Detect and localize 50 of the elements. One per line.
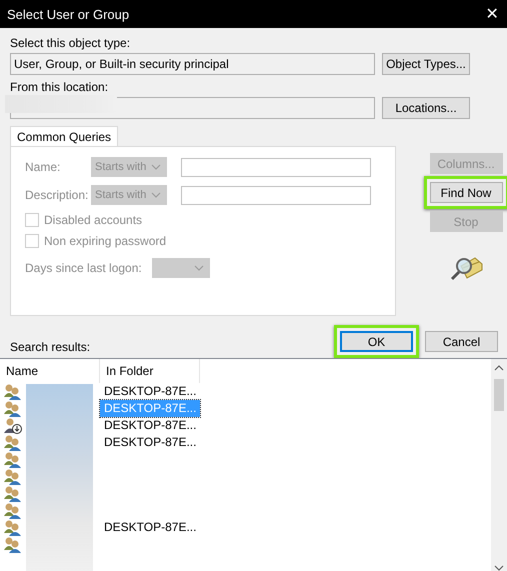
- scroll-thumb[interactable]: [494, 379, 504, 411]
- scroll-down-icon[interactable]: [494, 565, 504, 571]
- scroll-up-icon[interactable]: [494, 365, 504, 371]
- result-row[interactable]: DESKTOP-87E...: [0, 383, 491, 400]
- group-icon: [4, 400, 22, 416]
- scrollbar[interactable]: [491, 359, 507, 571]
- result-row[interactable]: DESKTOP-87E...: [0, 434, 491, 451]
- field-label: Select this object type:: [10, 36, 130, 50]
- window-title: Select User or Group: [7, 6, 130, 22]
- field-label: From this location:: [10, 80, 108, 94]
- dialog-button[interactable]: OK: [340, 331, 413, 352]
- table-cell-text: DESKTOP-87E...: [103, 434, 198, 451]
- table-cell-text: DESKTOP-87E...: [103, 383, 198, 400]
- group-icon: [4, 434, 22, 450]
- dialog-button[interactable]: Cancel: [425, 331, 498, 352]
- group-icon: [4, 452, 22, 468]
- checkbox-label: Non expiring password: [44, 234, 166, 248]
- checkbox[interactable]: [25, 234, 39, 248]
- group-icon: [4, 486, 22, 502]
- table-cell-text: DESKTOP-87E...: [103, 519, 198, 536]
- object-type-field: User, Group, or Built-in security principal: [10, 53, 375, 75]
- table-cell: DESKTOP-87E...: [100, 400, 200, 417]
- group-icon: [4, 520, 22, 536]
- chevron-icon: [151, 164, 161, 170]
- dropdown[interactable]: [152, 258, 210, 278]
- object-types-button[interactable]: Object Types...: [382, 53, 470, 75]
- close-button[interactable]: ✕: [477, 0, 507, 28]
- side-button[interactable]: Find Now: [430, 182, 502, 203]
- result-row[interactable]: DESKTOP-87E...: [0, 519, 491, 536]
- table-cell-text: DESKTOP-87E...: [103, 417, 198, 434]
- user-icon: [4, 418, 22, 434]
- result-row[interactable]: DESKTOP-87E...: [0, 417, 491, 434]
- column-header[interactable]: Name: [0, 359, 100, 383]
- input-field[interactable]: [181, 186, 371, 204]
- search-results-label: Search results:: [10, 340, 90, 354]
- checkbox[interactable]: [25, 213, 39, 227]
- field-label: Name:: [25, 160, 62, 174]
- chevron-icon: [194, 265, 204, 271]
- chevron-icon: [151, 192, 161, 198]
- checkbox-label: Disabled accounts: [44, 213, 142, 227]
- field-label: Description:: [25, 188, 90, 202]
- locations-button[interactable]: Locations...: [382, 97, 470, 119]
- field-label: Days since last logon:: [25, 261, 142, 275]
- group-icon: [4, 536, 22, 552]
- input-field[interactable]: [181, 158, 371, 176]
- group-icon: [4, 502, 22, 518]
- group-icon: [4, 384, 22, 400]
- column-header[interactable]: In Folder: [100, 359, 200, 383]
- tab[interactable]: Common Queries: [10, 126, 118, 147]
- group-icon: [4, 468, 22, 484]
